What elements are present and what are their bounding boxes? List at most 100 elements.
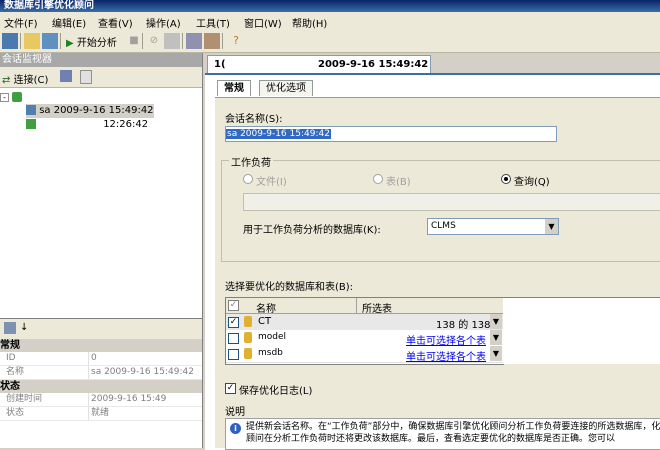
- chevron-down-icon[interactable]: ▼: [490, 346, 502, 361]
- property-key: ID: [6, 353, 16, 363]
- database-icon: [244, 332, 252, 343]
- column-divider: [356, 298, 357, 313]
- help-icon[interactable]: ?: [228, 33, 244, 49]
- radio-table-label: 表(B): [386, 177, 411, 188]
- session-monitor-header: 会话监视器: [0, 53, 202, 67]
- open-icon[interactable]: [24, 33, 40, 49]
- db-row-select-link[interactable]: 单击可选择各个表: [406, 332, 486, 347]
- property-value: 就绪: [88, 407, 109, 420]
- menu-action[interactable]: 操作(A): [146, 15, 181, 30]
- cancel-icon[interactable]: ⊘: [146, 33, 162, 49]
- play-icon: ▶: [66, 38, 74, 49]
- session-monitor-icon[interactable]: [2, 33, 18, 49]
- menu-view[interactable]: 查看(V): [98, 15, 133, 30]
- tree-session-item[interactable]: 12:26:42: [26, 118, 148, 132]
- radio-table[interactable]: [373, 174, 383, 184]
- db-grid: ✓ 名称 所选表 ✓ CT 138 的 138 ▼ model 单击可选择各个表: [225, 297, 504, 365]
- db-row-checkbox[interactable]: ✓: [228, 317, 239, 328]
- document-tab[interactable]: 1( 2009-9-16 15:49:42: [207, 55, 431, 74]
- property-row: ID 0: [0, 352, 202, 366]
- menu-bar: 文件(F) 编辑(E) 查看(V) 操作(A) 工具(T) 窗口(W) 帮助(H…: [0, 12, 660, 31]
- session-monitor-toolbar: ⇄ 连接(C): [0, 67, 202, 88]
- workload-db-select[interactable]: CLMS ▼: [427, 218, 559, 235]
- session-monitor-panel: 会话监视器 ⇄ 连接(C) - sa 2009-9-16 15:49:42 12…: [0, 53, 203, 448]
- connect-button[interactable]: ⇄ 连接(C): [2, 71, 48, 86]
- db-grid-empty-area: [503, 297, 660, 364]
- radio-query-label: 查询(Q): [514, 177, 550, 188]
- toolbar-separator: [60, 33, 61, 49]
- db-row-name: model: [258, 332, 287, 342]
- connect-icon: ⇄: [2, 75, 11, 86]
- property-key: 状态: [6, 408, 25, 418]
- radio-file[interactable]: [243, 174, 253, 184]
- workload-db-label: 用于工作负荷分析的数据库(K):: [243, 225, 381, 236]
- property-row: 创建时间 2009-9-16 15:49: [0, 393, 202, 407]
- tab-tuning-options[interactable]: 优化选项: [259, 80, 313, 96]
- db-row[interactable]: msdb 单击可选择各个表 ▼: [226, 346, 503, 363]
- toolbar-separator: [20, 33, 21, 49]
- column-selected-header[interactable]: 所选表: [362, 300, 392, 315]
- session-icon: [26, 105, 36, 115]
- server-icon: [12, 92, 23, 102]
- sort-alpha-icon[interactable]: ↓: [20, 322, 32, 334]
- radio-query[interactable]: [501, 174, 511, 184]
- select-all-checkbox[interactable]: ✓: [228, 300, 239, 311]
- session-item-label: 12:26:42: [103, 119, 149, 130]
- property-value: 2009-9-16 15:49: [88, 393, 166, 406]
- document-tab-title: 2009-9-16 15:49:42: [318, 59, 429, 70]
- menu-window[interactable]: 窗口(W): [244, 15, 282, 30]
- clone-session-icon[interactable]: [80, 70, 92, 84]
- report-icon[interactable]: [186, 33, 202, 49]
- start-analysis-label: 开始分析: [76, 38, 117, 49]
- chevron-down-icon[interactable]: ▼: [545, 219, 558, 234]
- menu-file[interactable]: 文件(F): [4, 15, 38, 30]
- general-tab-content: 会话名称(S): sa 2009-9-16 15:49:42 工作负荷 文件(I…: [215, 97, 660, 450]
- property-key: 名称: [6, 367, 25, 377]
- db-section-label: 选择要优化的数据库和表(B):: [225, 282, 354, 293]
- info-icon: i: [230, 423, 241, 434]
- window-title: 数据库引擎优化顾问: [4, 0, 94, 11]
- title-bar: 数据库引擎优化顾问: [0, 0, 660, 12]
- tab-general[interactable]: 常规: [217, 80, 251, 96]
- options-icon[interactable]: [164, 33, 180, 49]
- db-row-checkbox[interactable]: [228, 333, 239, 344]
- radio-file-label: 文件(I): [256, 177, 287, 188]
- menu-edit[interactable]: 编辑(E): [52, 15, 86, 30]
- collapse-icon[interactable]: -: [0, 93, 9, 102]
- chevron-down-icon[interactable]: ▼: [490, 314, 502, 329]
- start-analysis-button[interactable]: ▶ 开始分析: [66, 34, 117, 49]
- toolbar: ▶ 开始分析 ■ ⊘ ?: [0, 30, 660, 53]
- db-row[interactable]: model 单击可选择各个表 ▼: [226, 330, 503, 347]
- description-text: 提供新会话名称。在“工作负荷”部分中，确保数据库引擎优化顾问分析工作负荷要连接的…: [246, 422, 660, 444]
- menu-tools[interactable]: 工具(T): [196, 15, 230, 30]
- session-monitor-title: 会话监视器: [2, 54, 52, 65]
- document-area: 常规 优化选项 会话名称(S): sa 2009-9-16 15:49:42 工…: [205, 73, 660, 450]
- stop-icon[interactable]: ■: [126, 33, 142, 49]
- menu-help[interactable]: 帮助(H): [292, 15, 327, 30]
- tree-session-item[interactable]: sa 2009-9-16 15:49:42: [26, 104, 154, 118]
- column-name-header[interactable]: 名称: [256, 300, 276, 315]
- property-row: 状态 就绪: [0, 407, 202, 421]
- property-value: sa 2009-9-16 15:49:42: [88, 366, 194, 379]
- recommendation-icon[interactable]: [204, 33, 220, 49]
- db-row[interactable]: ✓ CT 138 的 138 ▼: [226, 314, 503, 331]
- description-box: i 提供新会话名称。在“工作负荷”部分中，确保数据库引擎优化顾问分析工作负荷要连…: [225, 418, 660, 450]
- tree-server-node[interactable]: -: [0, 91, 23, 105]
- session-name-field[interactable]: sa 2009-9-16 15:49:42: [225, 126, 557, 142]
- property-row: 名称 sa 2009-9-16 15:49:42: [0, 366, 202, 380]
- chevron-down-icon[interactable]: ▼: [490, 330, 502, 345]
- db-row-checkbox[interactable]: [228, 349, 239, 360]
- save-log-checkbox[interactable]: ✓: [225, 383, 236, 394]
- toolbar-separator: [222, 33, 223, 49]
- property-key: 创建时间: [6, 394, 43, 404]
- new-session-icon[interactable]: [60, 70, 72, 82]
- categorized-icon[interactable]: [4, 322, 16, 334]
- document-panel: 1( 2009-9-16 15:49:42 常规 优化选项 会话名称(S): s…: [203, 53, 660, 450]
- session-item-label: sa 2009-9-16 15:49:42: [39, 105, 154, 116]
- properties-category: 状态: [0, 380, 202, 393]
- save-log-label: 保存优化日志(L): [239, 386, 313, 397]
- session-name-label: 会话名称(S):: [225, 114, 283, 125]
- db-row-select-link[interactable]: 单击可选择各个表: [406, 348, 486, 363]
- workload-input[interactable]: [243, 193, 660, 211]
- save-icon[interactable]: [42, 33, 58, 49]
